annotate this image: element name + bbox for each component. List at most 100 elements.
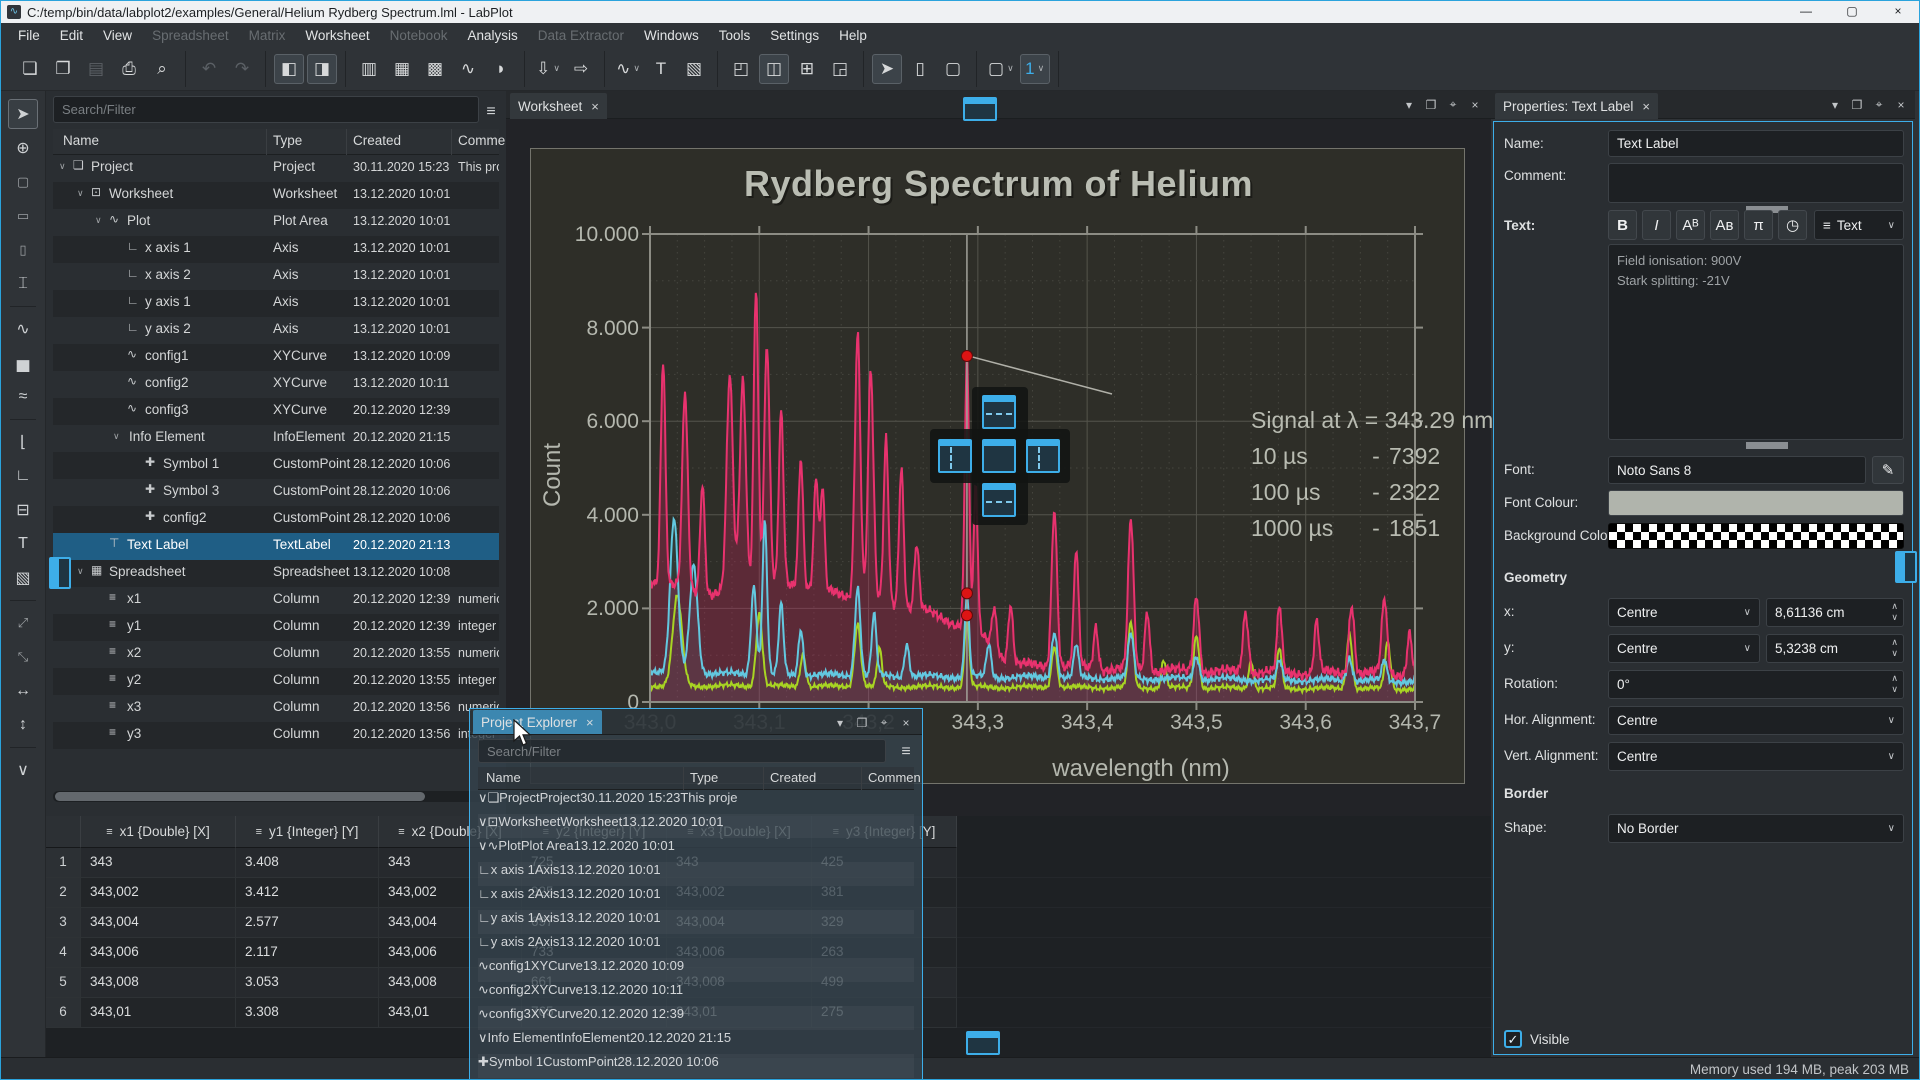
tree-row[interactable]: ∨⊡WorksheetWorksheet13.12.2020 10:01	[53, 182, 499, 209]
menu-item-windows[interactable]: Windows	[635, 26, 708, 45]
zoom-region-button[interactable]: ▢∨	[985, 54, 1017, 84]
new-notebook-button[interactable]: ◗	[486, 54, 516, 84]
font-colour-swatch[interactable]	[1608, 490, 1904, 516]
add-smooth-tool[interactable]: ≈	[8, 382, 38, 412]
import-button[interactable]: ⇩∨	[533, 54, 563, 84]
chevron-down-icon[interactable]: ▾	[1401, 98, 1417, 112]
tree-row[interactable]: ∟x axis 1Axis13.12.2020 10:01	[478, 862, 914, 886]
filter-icon[interactable]: ≡	[894, 739, 918, 765]
datetime-button[interactable]: ◷	[1778, 210, 1807, 240]
italic-button[interactable]: I	[1642, 210, 1671, 240]
close-icon[interactable]: ×	[1467, 98, 1483, 112]
column-header[interactable]: ≡y1 {Integer} [Y]	[236, 816, 379, 848]
font-edit-button[interactable]: ✎	[1872, 456, 1904, 484]
tree-row[interactable]: ≡y3Column20.12.2020 13:56integer da	[53, 722, 499, 749]
name-field[interactable]	[1608, 130, 1904, 157]
menu-item-file[interactable]: File	[9, 26, 49, 45]
menu-item-view[interactable]: View	[94, 26, 141, 45]
menu-item-analysis[interactable]: Analysis	[458, 26, 526, 45]
floating-project-explorer[interactable]: Project Explorer× ▾ ❐ ⌖ × ≡ Name Type Cr…	[469, 708, 923, 1080]
tab-properties[interactable]: Properties: Text Label×	[1495, 93, 1658, 119]
more-tools[interactable]: ∨	[8, 755, 38, 785]
new-worksheet-button[interactable]: ∿	[453, 54, 483, 84]
tree-row[interactable]: ≡x1Column20.12.2020 12:39numerical	[53, 587, 499, 614]
new-spreadsheet-button[interactable]: ▦	[387, 54, 417, 84]
tree-row[interactable]: ∿config1XYCurve13.12.2020 10:09	[53, 344, 499, 371]
tree-row[interactable]: ∨❏ProjectProject30.11.2020 15:23This pro…	[53, 155, 499, 182]
chevron-down-icon[interactable]: ∨	[1007, 63, 1014, 74]
tree-row[interactable]: ∨∿PlotPlot Area13.12.2020 10:01	[53, 209, 499, 236]
menu-item-worksheet[interactable]: Worksheet	[296, 26, 378, 45]
chevron-down-icon[interactable]: ∨	[553, 63, 560, 74]
layout-edit-button[interactable]: ◲	[825, 54, 855, 84]
shift-up-tool[interactable]: ↕	[8, 710, 38, 740]
tree-row[interactable]: ∟x axis 2Axis13.12.2020 10:01	[53, 263, 499, 290]
select-tool[interactable]: ➤	[8, 99, 38, 129]
minimize-button[interactable]: —	[1783, 1, 1829, 23]
new-matrix-button[interactable]: ▩	[420, 54, 450, 84]
add-histogram-tool[interactable]: ▅	[8, 348, 38, 378]
x-anchor-dropdown[interactable]: Centre∨	[1608, 598, 1760, 627]
tree-row[interactable]: ∨∿PlotPlot Area13.12.2020 10:01	[478, 838, 914, 862]
expand-arrow-icon[interactable]: ∨	[77, 188, 84, 199]
layout-vertical-button[interactable]: ◰	[726, 54, 756, 84]
table-cell[interactable]: 3.053	[236, 968, 379, 998]
table-cell[interactable]: 2.577	[236, 908, 379, 938]
tree-row[interactable]: ∟x axis 2Axis13.12.2020 10:01	[478, 886, 914, 910]
table-cell[interactable]: 3.308	[236, 998, 379, 1028]
new-image-button[interactable]: ▧	[679, 54, 709, 84]
chevron-down-icon[interactable]: ∨	[633, 63, 640, 74]
vert-alignment-dropdown[interactable]: Centre∨	[1608, 742, 1904, 771]
superscript-button[interactable]: Aᴮ	[1676, 210, 1705, 240]
select-mode-button[interactable]: ➤	[872, 54, 902, 84]
open-project-button[interactable]: ❐	[48, 54, 78, 84]
tree-row[interactable]: ∟x axis 1Axis13.12.2020 10:01	[53, 236, 499, 263]
tree-row[interactable]: ≡y2Column20.12.2020 13:55integer da	[53, 668, 499, 695]
table-cell[interactable]: 343,01	[81, 998, 236, 1028]
chevron-down-icon[interactable]: ▾	[832, 716, 848, 730]
tree-row[interactable]: ✚Symbol 1CustomPoint28.12.2020 10:06	[53, 452, 499, 479]
add-y-axis-tool[interactable]: ∟	[8, 461, 38, 491]
table-cell[interactable]: 343,006	[81, 938, 236, 968]
tree-row[interactable]: ✚Symbol 1CustomPoint28.12.2020 10:06	[478, 1054, 914, 1078]
tree-row[interactable]: ∟y axis 1Axis13.12.2020 10:01	[478, 910, 914, 934]
search-input[interactable]	[478, 739, 886, 763]
close-icon[interactable]: ×	[1893, 98, 1909, 112]
tree-row[interactable]: ≡y1Column20.12.2020 12:39integer da	[53, 614, 499, 641]
text-content-area[interactable]: Field ionisation: 900V Stark splitting: …	[1608, 244, 1904, 440]
close-icon[interactable]: ×	[1642, 99, 1650, 114]
table-cell[interactable]: 343,008	[81, 968, 236, 998]
expand-arrow-icon[interactable]: ∨	[95, 215, 102, 226]
toggle-properties-button[interactable]: ◨	[307, 54, 337, 84]
new-project-button[interactable]: ❏	[15, 54, 45, 84]
search-input[interactable]	[53, 96, 479, 123]
crosshair-tool[interactable]: ⊕	[8, 133, 38, 163]
expand-arrow-icon[interactable]: ∨	[113, 431, 120, 442]
zoom-y-tool[interactable]: ▯	[8, 235, 38, 265]
zoom-select-mode-button[interactable]: ▢	[938, 54, 968, 84]
expand-arrow-icon[interactable]: ∨	[59, 161, 66, 172]
y-anchor-dropdown[interactable]: Centre∨	[1608, 634, 1760, 663]
add-box-tool[interactable]: ⊟	[8, 495, 38, 525]
tree-row[interactable]: ∿config2XYCurve13.12.2020 10:11	[53, 371, 499, 398]
tree-row[interactable]: ∟y axis 2Axis13.12.2020 10:01	[478, 934, 914, 958]
font-field[interactable]: Noto Sans 8	[1608, 456, 1866, 484]
table-cell[interactable]: 343	[81, 848, 236, 878]
chevron-down-icon[interactable]: ∨	[1038, 63, 1045, 74]
export-button[interactable]: ⇨	[566, 54, 596, 84]
add-xy-curve-tool[interactable]: ∿	[8, 314, 38, 344]
magnification-button[interactable]: 1∨	[1020, 54, 1050, 84]
expand-arrow-icon[interactable]: ∨	[478, 814, 488, 829]
menu-item-tools[interactable]: Tools	[710, 26, 760, 45]
chevron-down-icon[interactable]: ▾	[1827, 98, 1843, 112]
column-header[interactable]: ≡x1 {Double} [X]	[81, 816, 236, 848]
tree-row[interactable]: ✚config2CustomPoint28.12.2020 10:06	[53, 506, 499, 533]
tree-row[interactable]: ✚Symbol 3CustomPoint28.12.2020 10:06	[53, 479, 499, 506]
expand-arrow-icon[interactable]: ∨	[478, 790, 488, 805]
close-button[interactable]: ×	[1875, 1, 1920, 23]
close-icon[interactable]: ×	[586, 715, 594, 730]
tree-row[interactable]: ∨▦SpreadsheetSpreadsheet13.12.2020 10:08	[53, 560, 499, 587]
menu-item-help[interactable]: Help	[830, 26, 876, 45]
symbol-pi-button[interactable]: π	[1744, 210, 1773, 240]
dock-target-right-icon[interactable]	[1026, 439, 1060, 473]
